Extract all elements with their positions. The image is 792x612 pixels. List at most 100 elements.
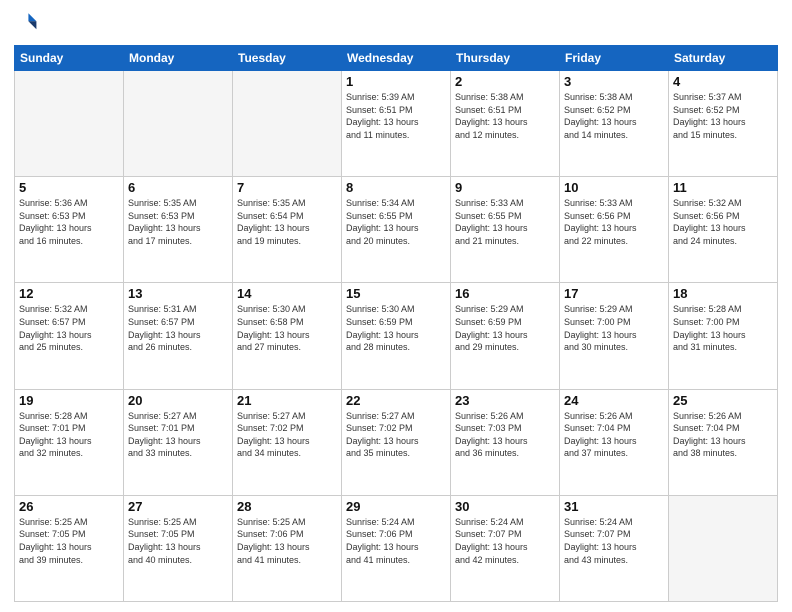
cell-info: Sunrise: 5:24 AM Sunset: 7:07 PM Dayligh…: [455, 516, 555, 566]
day-number: 14: [237, 286, 337, 301]
calendar-cell: 5 Sunrise: 5:36 AM Sunset: 6:53 PM Daylig…: [15, 177, 124, 283]
calendar-cell: 9 Sunrise: 5:33 AM Sunset: 6:55 PM Daylig…: [451, 177, 560, 283]
day-header-sunday: Sunday: [15, 46, 124, 71]
header: [14, 10, 778, 39]
day-number: 15: [346, 286, 446, 301]
day-number: 16: [455, 286, 555, 301]
calendar-cell: 31 Sunrise: 5:24 AM Sunset: 7:07 PM Dayli…: [560, 495, 669, 601]
calendar-cell: [124, 71, 233, 177]
calendar-week-2: 5 Sunrise: 5:36 AM Sunset: 6:53 PM Daylig…: [15, 177, 778, 283]
cell-info: Sunrise: 5:25 AM Sunset: 7:05 PM Dayligh…: [19, 516, 119, 566]
calendar-cell: 2 Sunrise: 5:38 AM Sunset: 6:51 PM Daylig…: [451, 71, 560, 177]
cell-info: Sunrise: 5:36 AM Sunset: 6:53 PM Dayligh…: [19, 197, 119, 247]
cell-info: Sunrise: 5:38 AM Sunset: 6:51 PM Dayligh…: [455, 91, 555, 141]
cell-info: Sunrise: 5:27 AM Sunset: 7:02 PM Dayligh…: [346, 410, 446, 460]
day-number: 4: [673, 74, 773, 89]
calendar-cell: 28 Sunrise: 5:25 AM Sunset: 7:06 PM Dayli…: [233, 495, 342, 601]
calendar-cell: [233, 71, 342, 177]
day-header-tuesday: Tuesday: [233, 46, 342, 71]
day-number: 2: [455, 74, 555, 89]
calendar-cell: 14 Sunrise: 5:30 AM Sunset: 6:58 PM Dayli…: [233, 283, 342, 389]
day-number: 10: [564, 180, 664, 195]
calendar-cell: 24 Sunrise: 5:26 AM Sunset: 7:04 PM Dayli…: [560, 389, 669, 495]
calendar-cell: 7 Sunrise: 5:35 AM Sunset: 6:54 PM Daylig…: [233, 177, 342, 283]
cell-info: Sunrise: 5:33 AM Sunset: 6:56 PM Dayligh…: [564, 197, 664, 247]
cell-info: Sunrise: 5:24 AM Sunset: 7:07 PM Dayligh…: [564, 516, 664, 566]
cell-info: Sunrise: 5:28 AM Sunset: 7:00 PM Dayligh…: [673, 303, 773, 353]
day-number: 21: [237, 393, 337, 408]
day-header-friday: Friday: [560, 46, 669, 71]
cell-info: Sunrise: 5:33 AM Sunset: 6:55 PM Dayligh…: [455, 197, 555, 247]
calendar-week-4: 19 Sunrise: 5:28 AM Sunset: 7:01 PM Dayli…: [15, 389, 778, 495]
calendar-cell: 23Sunrise: 5:26 AM Sunset: 7:03 PM Dayli…: [451, 389, 560, 495]
calendar-cell: 8 Sunrise: 5:34 AM Sunset: 6:55 PM Daylig…: [342, 177, 451, 283]
day-number: 7: [237, 180, 337, 195]
calendar-cell: 29 Sunrise: 5:24 AM Sunset: 7:06 PM Dayli…: [342, 495, 451, 601]
calendar-cell: [669, 495, 778, 601]
cell-info: Sunrise: 5:25 AM Sunset: 7:06 PM Dayligh…: [237, 516, 337, 566]
cell-info: Sunrise: 5:39 AM Sunset: 6:51 PM Dayligh…: [346, 91, 446, 141]
calendar-cell: 6Sunrise: 5:35 AM Sunset: 6:53 PM Daylig…: [124, 177, 233, 283]
day-number: 28: [237, 499, 337, 514]
day-number: 9: [455, 180, 555, 195]
cell-info: Sunrise: 5:27 AM Sunset: 7:01 PM Dayligh…: [128, 410, 228, 460]
calendar-cell: 30Sunrise: 5:24 AM Sunset: 7:07 PM Dayli…: [451, 495, 560, 601]
cell-info: Sunrise: 5:25 AM Sunset: 7:05 PM Dayligh…: [128, 516, 228, 566]
calendar-cell: 1 Sunrise: 5:39 AM Sunset: 6:51 PM Daylig…: [342, 71, 451, 177]
day-number: 12: [19, 286, 119, 301]
calendar-cell: 22 Sunrise: 5:27 AM Sunset: 7:02 PM Dayli…: [342, 389, 451, 495]
day-number: 18: [673, 286, 773, 301]
day-number: 27: [128, 499, 228, 514]
day-number: 26: [19, 499, 119, 514]
day-number: 1: [346, 74, 446, 89]
calendar-cell: 20 Sunrise: 5:27 AM Sunset: 7:01 PM Dayli…: [124, 389, 233, 495]
cell-info: Sunrise: 5:35 AM Sunset: 6:53 PM Dayligh…: [128, 197, 228, 247]
cell-info: Sunrise: 5:31 AM Sunset: 6:57 PM Dayligh…: [128, 303, 228, 353]
calendar-cell: 18 Sunrise: 5:28 AM Sunset: 7:00 PM Dayli…: [669, 283, 778, 389]
cell-info: Sunrise: 5:32 AM Sunset: 6:57 PM Dayligh…: [19, 303, 119, 353]
cell-info: Sunrise: 5:29 AM Sunset: 6:59 PM Dayligh…: [455, 303, 555, 353]
day-number: 13: [128, 286, 228, 301]
day-header-thursday: Thursday: [451, 46, 560, 71]
day-number: 22: [346, 393, 446, 408]
day-header-saturday: Saturday: [669, 46, 778, 71]
day-number: 3: [564, 74, 664, 89]
cell-info: Sunrise: 5:35 AM Sunset: 6:54 PM Dayligh…: [237, 197, 337, 247]
cell-info: Sunrise: 5:28 AM Sunset: 7:01 PM Dayligh…: [19, 410, 119, 460]
calendar-cell: 4 Sunrise: 5:37 AM Sunset: 6:52 PM Daylig…: [669, 71, 778, 177]
day-number: 19: [19, 393, 119, 408]
day-number: 29: [346, 499, 446, 514]
calendar-cell: 17Sunrise: 5:29 AM Sunset: 7:00 PM Dayli…: [560, 283, 669, 389]
calendar-week-3: 12 Sunrise: 5:32 AM Sunset: 6:57 PM Dayli…: [15, 283, 778, 389]
day-number: 5: [19, 180, 119, 195]
day-number: 31: [564, 499, 664, 514]
cell-info: Sunrise: 5:30 AM Sunset: 6:58 PM Dayligh…: [237, 303, 337, 353]
calendar-cell: [15, 71, 124, 177]
day-number: 20: [128, 393, 228, 408]
day-number: 25: [673, 393, 773, 408]
day-number: 17: [564, 286, 664, 301]
cell-info: Sunrise: 5:26 AM Sunset: 7:04 PM Dayligh…: [564, 410, 664, 460]
logo: [14, 10, 40, 39]
cell-info: Sunrise: 5:24 AM Sunset: 7:06 PM Dayligh…: [346, 516, 446, 566]
cell-info: Sunrise: 5:37 AM Sunset: 6:52 PM Dayligh…: [673, 91, 773, 141]
calendar-cell: 15 Sunrise: 5:30 AM Sunset: 6:59 PM Dayli…: [342, 283, 451, 389]
calendar-header-row: SundayMondayTuesdayWednesdayThursdayFrid…: [15, 46, 778, 71]
calendar-cell: 27 Sunrise: 5:25 AM Sunset: 7:05 PM Dayli…: [124, 495, 233, 601]
day-header-monday: Monday: [124, 46, 233, 71]
cell-info: Sunrise: 5:34 AM Sunset: 6:55 PM Dayligh…: [346, 197, 446, 247]
cell-info: Sunrise: 5:30 AM Sunset: 6:59 PM Dayligh…: [346, 303, 446, 353]
day-number: 8: [346, 180, 446, 195]
day-number: 24: [564, 393, 664, 408]
calendar-cell: 19 Sunrise: 5:28 AM Sunset: 7:01 PM Dayli…: [15, 389, 124, 495]
cell-info: Sunrise: 5:26 AM Sunset: 7:03 PM Dayligh…: [455, 410, 555, 460]
day-header-wednesday: Wednesday: [342, 46, 451, 71]
logo-icon: [14, 10, 38, 34]
calendar-cell: 12 Sunrise: 5:32 AM Sunset: 6:57 PM Dayli…: [15, 283, 124, 389]
cell-info: Sunrise: 5:26 AM Sunset: 7:04 PM Dayligh…: [673, 410, 773, 460]
cell-info: Sunrise: 5:38 AM Sunset: 6:52 PM Dayligh…: [564, 91, 664, 141]
page: SundayMondayTuesdayWednesdayThursdayFrid…: [0, 0, 792, 612]
calendar-cell: 26 Sunrise: 5:25 AM Sunset: 7:05 PM Dayli…: [15, 495, 124, 601]
calendar-cell: 21Sunrise: 5:27 AM Sunset: 7:02 PM Dayli…: [233, 389, 342, 495]
calendar: SundayMondayTuesdayWednesdayThursdayFrid…: [14, 45, 778, 602]
